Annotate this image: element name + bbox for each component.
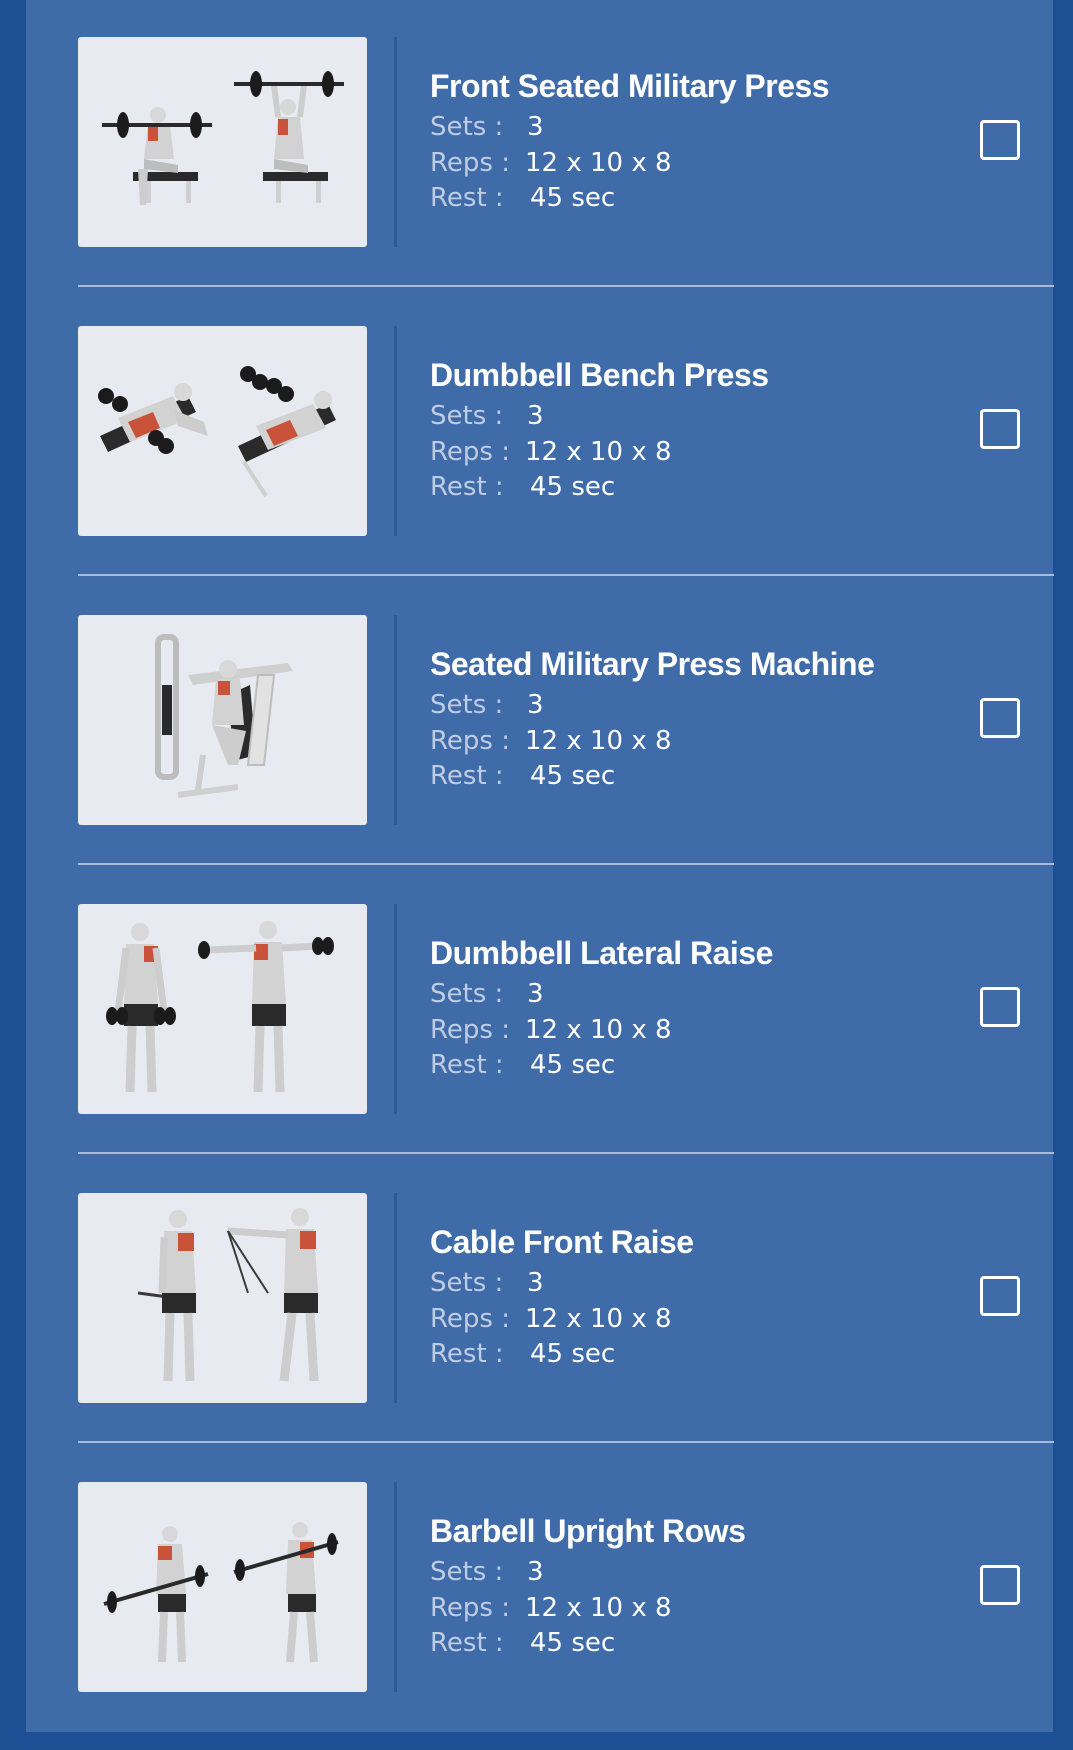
reps-label: Reps : xyxy=(430,1593,510,1623)
complete-checkbox[interactable] xyxy=(980,120,1020,160)
rest-label: Rest : xyxy=(430,183,504,213)
upright-row-illustration xyxy=(103,1522,339,1663)
exercise-name: Dumbbell Bench Press xyxy=(430,357,769,393)
rest-label: Rest : xyxy=(430,472,504,502)
reps-value: 12 x 10 x 8 xyxy=(525,726,672,756)
exercise-name: Dumbbell Lateral Raise xyxy=(430,935,773,971)
sets-label: Sets : xyxy=(430,401,504,431)
complete-checkbox[interactable] xyxy=(980,698,1020,738)
cable-front-raise-illustration xyxy=(137,1208,319,1382)
reps-value: 12 x 10 x 8 xyxy=(525,1015,672,1045)
rest-value: 45 sec xyxy=(530,472,616,502)
sets-label: Sets : xyxy=(430,1268,504,1298)
sets-value: 3 xyxy=(527,112,544,142)
column-divider xyxy=(394,37,397,247)
exercise-name: Seated Military Press Machine xyxy=(430,646,875,682)
sets-label: Sets : xyxy=(430,979,504,1009)
exercise-image xyxy=(78,1193,367,1403)
rest-value: 45 sec xyxy=(530,183,616,213)
sets-line: Sets : 3 xyxy=(430,1268,544,1298)
complete-checkbox[interactable] xyxy=(980,987,1020,1027)
complete-checkbox[interactable] xyxy=(980,409,1020,449)
exercise-row[interactable]: Front Seated Military Press Sets : 3 Reps… xyxy=(52,0,1054,289)
reps-value: 12 x 10 x 8 xyxy=(525,148,672,178)
complete-checkbox[interactable] xyxy=(980,1276,1020,1316)
exercise-name: Cable Front Raise xyxy=(430,1224,694,1260)
exercise-image xyxy=(78,37,367,247)
sets-label: Sets : xyxy=(430,690,504,720)
row-divider xyxy=(78,574,1054,576)
rest-line: Rest : 45 sec xyxy=(430,761,615,791)
exercise-image xyxy=(78,615,367,825)
exercise-row[interactable]: Cable Front Raise Sets : 3 Reps : 12 x 10 … xyxy=(52,1156,1054,1445)
column-divider xyxy=(394,326,397,536)
reps-line: Reps : 12 x 10 x 8 xyxy=(430,1304,672,1334)
reps-line: Reps : 12 x 10 x 8 xyxy=(430,1593,672,1623)
column-divider xyxy=(394,1193,397,1403)
reps-value: 12 x 10 x 8 xyxy=(525,437,672,467)
exercise-name: Barbell Upright Rows xyxy=(430,1513,746,1549)
exercise-row[interactable]: Seated Military Press Machine Sets : 3 Re… xyxy=(52,578,1054,867)
rest-line: Rest : 45 sec xyxy=(430,183,615,213)
sets-label: Sets : xyxy=(430,1557,504,1587)
column-divider xyxy=(394,1482,397,1692)
rest-line: Rest : 45 sec xyxy=(430,472,615,502)
rest-label: Rest : xyxy=(430,1628,504,1658)
sets-value: 3 xyxy=(527,690,544,720)
rest-line: Rest : 45 sec xyxy=(430,1628,615,1658)
reps-label: Reps : xyxy=(430,148,510,178)
reps-line: Reps : 12 x 10 x 8 xyxy=(430,148,672,178)
exercise-row[interactable]: Dumbbell Lateral Raise Sets : 3 Reps : 12 … xyxy=(52,867,1054,1156)
sets-line: Sets : 3 xyxy=(430,979,544,1009)
sets-value: 3 xyxy=(527,1557,544,1587)
rest-label: Rest : xyxy=(430,1339,504,1369)
exercise-row[interactable]: Barbell Upright Rows Sets : 3 Reps : 12 x … xyxy=(52,1445,1053,1734)
rest-label: Rest : xyxy=(430,761,504,791)
exercise-name: Front Seated Military Press xyxy=(430,68,830,104)
sets-label: Sets : xyxy=(430,112,504,142)
rest-label: Rest : xyxy=(430,1050,504,1080)
sets-value: 3 xyxy=(527,979,544,1009)
reps-line: Reps : 12 x 10 x 8 xyxy=(430,437,672,467)
sets-line: Sets : 3 xyxy=(430,1557,544,1587)
reps-value: 12 x 10 x 8 xyxy=(525,1304,672,1334)
reps-label: Reps : xyxy=(430,1304,510,1334)
rest-value: 45 sec xyxy=(530,1339,616,1369)
sets-line: Sets : 3 xyxy=(430,112,544,142)
exercise-row[interactable]: Dumbbell Bench Press Sets : 3 Reps : 12 x … xyxy=(52,289,1054,578)
lateral-raise-illustration xyxy=(106,921,334,1093)
seated-barbell-press-illustration xyxy=(102,71,344,205)
reps-label: Reps : xyxy=(430,437,510,467)
sets-line: Sets : 3 xyxy=(430,690,544,720)
rest-line: Rest : 45 sec xyxy=(430,1050,615,1080)
rest-line: Rest : 45 sec xyxy=(430,1339,615,1369)
column-divider xyxy=(394,615,397,825)
complete-checkbox[interactable] xyxy=(980,1565,1020,1605)
reps-label: Reps : xyxy=(430,1015,510,1045)
row-divider xyxy=(78,1441,1054,1443)
rest-value: 45 sec xyxy=(530,1628,616,1658)
row-divider xyxy=(78,285,1054,287)
exercise-image xyxy=(78,904,367,1114)
exercise-list-panel: Front Seated Military Press Sets : 3 Reps… xyxy=(26,0,1054,1734)
rest-value: 45 sec xyxy=(530,761,616,791)
row-divider xyxy=(78,1152,1054,1154)
press-machine-illustration xyxy=(155,634,293,798)
rest-value: 45 sec xyxy=(530,1050,616,1080)
row-divider xyxy=(78,863,1054,865)
dumbbell-bench-press-illustration xyxy=(98,366,336,498)
sets-value: 3 xyxy=(527,401,544,431)
sets-line: Sets : 3 xyxy=(430,401,544,431)
reps-line: Reps : 12 x 10 x 8 xyxy=(430,726,672,756)
reps-line: Reps : 12 x 10 x 8 xyxy=(430,1015,672,1045)
exercise-image xyxy=(78,1482,367,1692)
column-divider xyxy=(394,904,397,1114)
reps-label: Reps : xyxy=(430,726,510,756)
exercise-image xyxy=(78,326,367,536)
sets-value: 3 xyxy=(527,1268,544,1298)
reps-value: 12 x 10 x 8 xyxy=(525,1593,672,1623)
